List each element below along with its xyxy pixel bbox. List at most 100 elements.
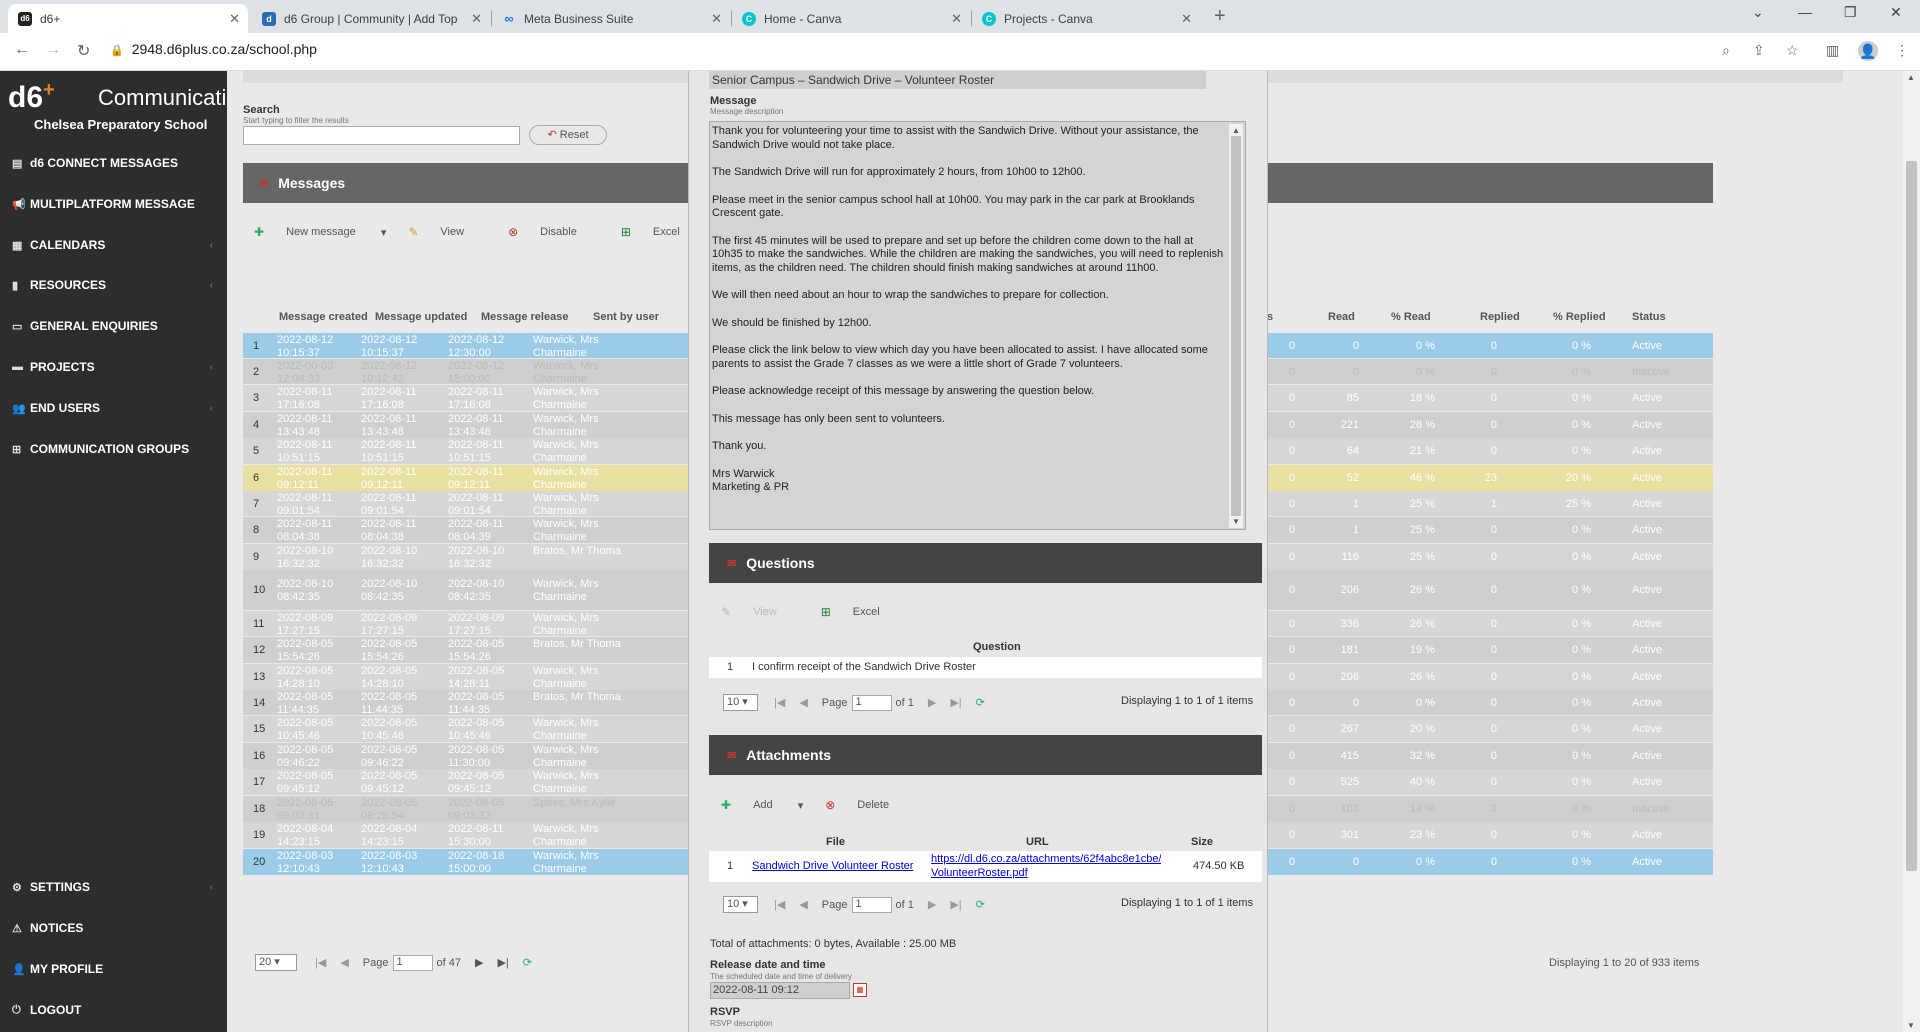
url-field[interactable]: 🔒 2948.d6plus.co.za/school.php	[110, 41, 317, 57]
release-date-input[interactable]: 2022-08-11 09:12	[710, 982, 850, 999]
prev-page-icon[interactable]: ◀	[799, 696, 807, 709]
browser-tab-canva-home[interactable]: C Home - Canva ✕	[732, 4, 970, 33]
attachment-page-size-select[interactable]: 10 ▾	[723, 896, 758, 913]
reload-icon[interactable]: ↻	[77, 41, 90, 61]
prev-page-icon[interactable]: ◀	[340, 956, 348, 969]
sidebar-item-connect-messages[interactable]: ▤ d6 CONNECT MESSAGES	[12, 156, 217, 170]
col-replied[interactable]: Replied	[1480, 311, 1520, 325]
last-page-icon[interactable]: ▶|	[950, 898, 961, 911]
col-message-created[interactable]: Message created	[279, 311, 368, 325]
tab-search-chevron-icon[interactable]: ⌄	[1752, 4, 1764, 21]
refresh-icon[interactable]: ⟳	[976, 696, 985, 709]
close-tab-icon[interactable]: ✕	[471, 11, 482, 27]
attachment-row[interactable]: 1 Sandwich Drive Volunteer Roster https:…	[709, 851, 1262, 882]
browser-tab-d6-group[interactable]: d d6 Group | Community | Add Top ✕	[252, 4, 490, 33]
cell-line: 10:45:46	[361, 730, 404, 742]
cell-line: 2022-08-05	[277, 638, 334, 650]
sidebar-item-my-profile[interactable]: 👤 MY PROFILE	[12, 962, 217, 976]
sidebar-item-multiplatform-message[interactable]: 📢 MULTIPLATFORM MESSAGE	[12, 197, 217, 211]
first-page-icon[interactable]: |◀	[774, 898, 785, 911]
profile-avatar-icon[interactable]: 👤	[1858, 41, 1878, 61]
close-tab-icon[interactable]: ✕	[229, 11, 240, 27]
page-number-input[interactable]: 1	[392, 954, 433, 971]
sidebar-item-calendars[interactable]: ▦ CALENDARS ‹	[12, 238, 217, 252]
new-message-button[interactable]: ✚ New message ▾	[254, 225, 386, 239]
subject-field[interactable]: Senior Campus – Sandwich Drive – Volunte…	[709, 71, 1206, 89]
attachment-url-link[interactable]: https://dl.d6.co.za/attachments/62f4abc8…	[931, 853, 1161, 865]
d6-logo[interactable]: d6+	[8, 79, 55, 115]
sidebar-item-projects[interactable]: ▬ PROJECTS ‹	[12, 360, 217, 374]
col-question[interactable]: Question	[973, 641, 1021, 653]
close-tab-icon[interactable]: ✕	[1181, 11, 1192, 27]
sidebar-item-logout[interactable]: ⏻ LOGOUT	[12, 1003, 217, 1017]
delete-attachment-button[interactable]: ⊗ Delete	[825, 798, 911, 812]
next-page-icon[interactable]: ▶	[475, 956, 483, 969]
refresh-icon[interactable]: ⟳	[976, 898, 985, 911]
cell-pread: 26 %	[1409, 671, 1435, 683]
sidebar-item-general-enquiries[interactable]: ▭ GENERAL ENQUIRIES	[12, 319, 217, 333]
sidebar-item-end-users[interactable]: 👥 END USERS ‹	[12, 401, 217, 415]
side-panel-icon[interactable]: ▥	[1826, 42, 1839, 59]
col-status[interactable]: Status	[1632, 311, 1666, 325]
question-row[interactable]: 1 I confirm receipt of the Sandwich Driv…	[709, 657, 1262, 678]
col-read[interactable]: Read	[1328, 311, 1355, 325]
attachment-page-input[interactable]: 1	[851, 896, 892, 913]
search-input[interactable]	[243, 126, 520, 145]
share-icon[interactable]: ⇪	[1753, 42, 1765, 59]
question-page-input[interactable]: 1	[851, 694, 892, 711]
col-sent-by-user[interactable]: Sent by user	[593, 311, 659, 325]
view-button[interactable]: ✎ View	[408, 225, 486, 239]
back-arrow-icon[interactable]: ←	[14, 41, 30, 59]
col-percent-replied[interactable]: % Replied	[1553, 311, 1606, 325]
cell-release: 2022-08-12 15:00:00	[448, 360, 504, 386]
col-message-release[interactable]: Message release	[481, 311, 568, 325]
question-page-size-select[interactable]: 10 ▾	[723, 694, 758, 711]
sidebar-item-communication-groups[interactable]: ⊞ COMMUNICATION GROUPS	[12, 442, 217, 456]
sidebar-item-resources[interactable]: ▮ RESOURCES ‹	[12, 278, 217, 292]
close-window-icon[interactable]: ✕	[1890, 4, 1902, 21]
add-attachment-button[interactable]: ✚ Add ▾	[721, 798, 803, 812]
calendar-picker-icon[interactable]: ▦	[853, 983, 867, 997]
cell-line: 2022-08-12	[448, 334, 505, 346]
bookmark-star-icon[interactable]: ☆	[1786, 42, 1799, 59]
col-url[interactable]: URL	[1026, 836, 1049, 848]
cell-line: Charmaine	[533, 531, 587, 543]
col-size[interactable]: Size	[1191, 836, 1213, 848]
browser-tab-canva-projects[interactable]: C Projects - Canva ✕	[972, 4, 1200, 33]
close-tab-icon[interactable]: ✕	[711, 11, 722, 27]
browser-tab-meta[interactable]: ∞ Meta Business Suite ✕	[492, 4, 730, 33]
reset-button[interactable]: ↶ Reset	[529, 125, 607, 145]
sidebar-item-notices[interactable]: ⚠ NOTICES	[12, 921, 217, 935]
question-excel-button[interactable]: ⊞ Excel	[821, 605, 902, 619]
kebab-menu-icon[interactable]: ⋮	[1895, 42, 1909, 59]
close-tab-icon[interactable]: ✕	[951, 11, 962, 27]
cell-updated: 2022-08-05 09:25:54	[361, 797, 417, 823]
last-page-icon[interactable]: ▶|	[497, 956, 508, 969]
next-page-icon[interactable]: ▶	[928, 898, 936, 911]
message-scrollbar[interactable]: ▲ ▼	[1229, 124, 1243, 528]
page-size-select[interactable]: 20 ▾	[255, 954, 297, 971]
prev-page-icon[interactable]: ◀	[799, 898, 807, 911]
refresh-icon[interactable]: ⟳	[523, 956, 532, 969]
col-percent-read[interactable]: % Read	[1391, 311, 1431, 325]
attachment-url-link-cont[interactable]: VolunteerRoster.pdf	[931, 867, 1028, 879]
message-body-textarea[interactable]: ▲ ▼ Thank you for volunteering your time…	[709, 121, 1246, 530]
col-file[interactable]: File	[826, 836, 845, 848]
question-view-button[interactable]: ✎ View	[721, 605, 799, 619]
first-page-icon[interactable]: |◀	[315, 956, 326, 969]
first-page-icon[interactable]: |◀	[774, 696, 785, 709]
restore-icon[interactable]: ❐	[1844, 4, 1857, 21]
forward-arrow-icon[interactable]: →	[45, 41, 61, 59]
last-page-icon[interactable]: ▶|	[950, 696, 961, 709]
new-tab-plus-icon[interactable]: +	[1214, 5, 1226, 28]
minimize-icon[interactable]: —	[1798, 4, 1812, 20]
next-page-icon[interactable]: ▶	[928, 696, 936, 709]
col-message-updated[interactable]: Message updated	[375, 311, 467, 325]
sidebar-item-settings[interactable]: ⚙ SETTINGS ‹	[12, 880, 217, 894]
zoom-icon[interactable]: ⌕	[1722, 42, 1730, 59]
browser-tab-d6[interactable]: d6 d6+ ✕	[8, 4, 248, 33]
disable-button[interactable]: ⊗ Disable	[508, 225, 599, 239]
cell-line: 2022-08-11	[448, 518, 504, 530]
page-scrollbar[interactable]: ▲ ▼	[1903, 71, 1920, 1032]
attachment-file-link[interactable]: Sandwich Drive Volunteer Roster	[752, 860, 913, 872]
